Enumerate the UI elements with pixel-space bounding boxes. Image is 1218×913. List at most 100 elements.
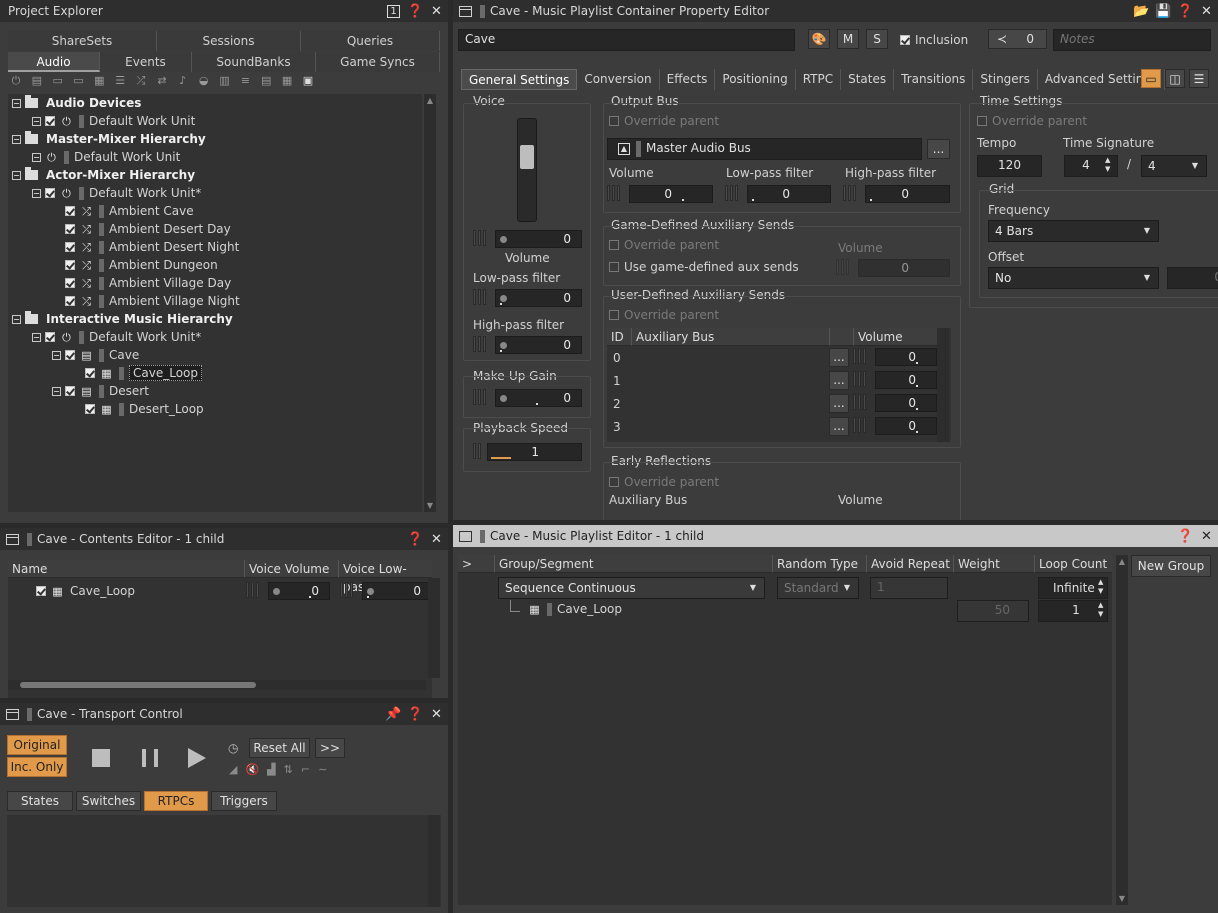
aux-volume-slider[interactable]: 0 — [875, 394, 937, 412]
speaker-icon[interactable]: ◢ — [229, 763, 237, 776]
output-lowpass-mini-faders[interactable] — [725, 185, 738, 201]
expand-icon[interactable]: − — [32, 152, 41, 162]
tab-events[interactable]: Events — [100, 52, 192, 72]
new-wu-icon[interactable]: ▤ — [31, 75, 43, 86]
expand-icon[interactable]: − — [12, 134, 21, 144]
notes-field[interactable]: Notes — [1053, 29, 1211, 51]
switch-icon[interactable]: ⇄ — [156, 75, 168, 86]
tab-states[interactable]: States — [841, 69, 895, 90]
inclusion-checkbox[interactable] — [65, 278, 75, 288]
help-icon[interactable]: ❓ — [407, 532, 423, 547]
help-icon[interactable]: ❓ — [407, 707, 423, 722]
override-checkbox[interactable] — [609, 477, 619, 487]
object-name-field[interactable]: Cave — [458, 29, 795, 51]
aux-volume-slider[interactable]: 0 — [875, 417, 937, 435]
inclusion-checkbox[interactable] — [900, 35, 910, 45]
stop-icon[interactable] — [92, 749, 110, 767]
use-game-aux-toggle[interactable]: Use game-defined aux sends — [609, 258, 799, 276]
voice-highpass-slider[interactable]: 0 — [495, 336, 582, 354]
aux-bus-browse-button[interactable]: ... — [829, 348, 849, 367]
tab-sharesets[interactable]: ShareSets — [8, 31, 157, 51]
game-aux-override[interactable]: Override parent — [609, 236, 719, 254]
aux-bus-browse-button[interactable]: ... — [829, 417, 849, 436]
early-override[interactable]: Override parent — [609, 473, 719, 491]
tree-item[interactable]: − ⏻ Default Work Unit* — [32, 328, 201, 346]
output-bus-field[interactable]: ▲ Master Audio Bus — [607, 138, 922, 160]
power-icon[interactable]: ⏻ — [10, 75, 22, 86]
voice-lowpass-slider[interactable]: 0 — [495, 289, 582, 307]
expand-icon[interactable]: − — [32, 332, 41, 342]
explorer-scrollbar[interactable]: ▲ ▼ — [424, 94, 436, 512]
numerator-spin-icon[interactable]: ▲ ▼ — [1105, 156, 1110, 174]
override-checkbox[interactable] — [609, 310, 619, 320]
tree-item[interactable]: ▦ Cave_Loop — [72, 364, 202, 382]
inclusion-checkbox[interactable] — [36, 586, 46, 596]
table-row[interactable]: ▦ Cave_Loop — [36, 582, 135, 600]
override-checkbox[interactable] — [609, 116, 619, 126]
close-icon[interactable]: ✕ — [429, 707, 444, 722]
highpass-mini-faders[interactable] — [473, 336, 486, 352]
inclusion-toggle[interactable]: Inclusion — [900, 31, 968, 49]
output-bus-browse-button[interactable]: ... — [927, 139, 950, 159]
rtpc-icon[interactable]: ⇅ — [284, 763, 293, 776]
pause-icon[interactable] — [142, 749, 158, 767]
playback-speed-slider[interactable]: 1 — [487, 443, 582, 461]
segment-row[interactable]: ▦ Cave_Loop — [528, 600, 622, 618]
reset-all-button[interactable]: Reset All — [249, 738, 310, 758]
color-palette-button[interactable]: 🎨 — [808, 29, 830, 49]
tab-effects[interactable]: Effects — [660, 69, 716, 90]
aux-volume-mini-faders[interactable] — [853, 417, 866, 433]
expand-icon[interactable]: − — [12, 170, 21, 180]
col-random-type[interactable]: Random Type — [772, 555, 866, 573]
group-type-dropdown[interactable]: Sequence Continuous — [498, 577, 765, 599]
segment-icon[interactable]: ▥ — [219, 75, 231, 86]
levels-icon[interactable]: ▟ — [267, 763, 275, 776]
hierarchy-folder[interactable]: − Actor-Mixer Hierarchy — [12, 166, 195, 184]
mixer-icon[interactable]: ▣ — [302, 75, 314, 86]
pin-icon[interactable]: 📌 — [385, 707, 401, 722]
more-button[interactable]: >> — [315, 738, 345, 758]
play-icon[interactable] — [188, 748, 206, 768]
segment-weight-field[interactable]: 50 — [957, 600, 1029, 622]
tree-item[interactable]: − ⏻ Default Work Unit — [32, 112, 195, 130]
tab-rtpc[interactable]: RTPC — [796, 69, 842, 90]
tab-stingers[interactable]: Stingers — [973, 69, 1038, 90]
output-highpass-mini-faders[interactable] — [843, 185, 856, 201]
help-icon[interactable]: ❓ — [1177, 529, 1193, 544]
col-id[interactable]: ID — [607, 328, 631, 346]
hierarchy-folder[interactable]: − Interactive Music Hierarchy — [12, 310, 233, 328]
curve-icon[interactable]: ⌐ — [301, 763, 310, 776]
save-icon[interactable]: 💾 — [1155, 4, 1171, 19]
lowpass-mini-faders[interactable] — [473, 289, 486, 305]
list-icon[interactable]: ☰ — [114, 75, 126, 86]
voice-lowpass-slider[interactable]: 0 — [362, 582, 432, 600]
contents-scrollbar[interactable] — [428, 578, 440, 678]
transport-scrollbar[interactable] — [428, 815, 440, 907]
inclusion-checkbox[interactable] — [85, 404, 95, 414]
segment-loop-spin-icon[interactable]: ▲ ▼ — [1098, 601, 1103, 619]
tree-item[interactable]: − ⏻ Default Work Unit — [32, 148, 180, 166]
aux-volume-mini-faders[interactable] — [853, 371, 866, 387]
voice-volume-slider[interactable]: 0 — [495, 230, 582, 248]
tree-item[interactable]: ⤮ Ambient Village Day — [52, 274, 231, 292]
tab-game-syncs[interactable]: Game Syncs — [316, 52, 440, 72]
mute-m-button[interactable]: M — [837, 29, 859, 49]
aux-bus-browse-button[interactable]: ... — [829, 371, 849, 390]
frequency-dropdown[interactable]: 4 Bars — [988, 220, 1159, 242]
voice-volume-slider[interactable]: 0 — [268, 582, 330, 600]
output-volume-mini-faders[interactable] — [607, 185, 620, 201]
layout-split-button[interactable]: ◫ — [1165, 69, 1185, 88]
voice-volume-mini-faders[interactable] — [473, 230, 486, 246]
inclusion-checkbox[interactable] — [65, 206, 75, 216]
inclusion-checkbox[interactable] — [45, 116, 55, 126]
lowpass-mini-faders[interactable] — [340, 582, 353, 598]
expand-toggle[interactable]: > — [458, 555, 494, 573]
close-icon[interactable]: ✕ — [429, 4, 444, 19]
tree-item[interactable]: ⤮ Ambient Village Night — [52, 292, 240, 310]
expand-icon[interactable]: − — [52, 386, 61, 396]
expand-icon[interactable]: − — [32, 116, 41, 126]
col-volume[interactable]: Volume — [853, 328, 939, 346]
volume-mini-faders[interactable] — [246, 582, 259, 598]
voice-volume-fader[interactable] — [517, 118, 537, 222]
new-group-button[interactable]: New Group — [1131, 555, 1211, 577]
